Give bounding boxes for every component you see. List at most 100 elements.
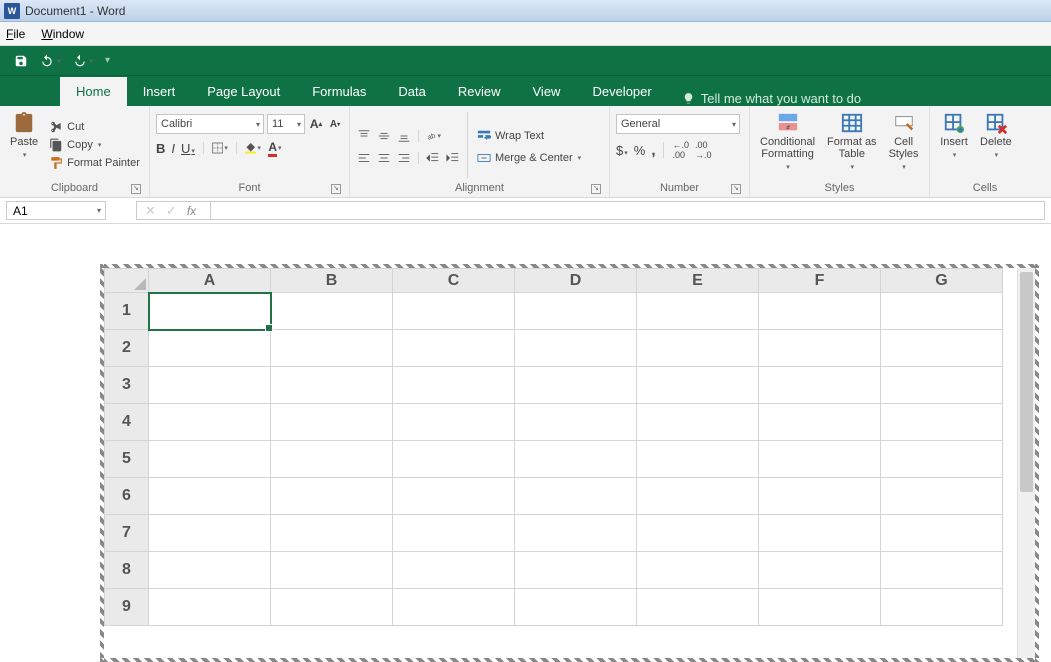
decrease-font-button[interactable]: A▾ bbox=[327, 116, 343, 132]
tell-me-search[interactable]: Tell me what you want to do bbox=[682, 91, 861, 106]
cell[interactable] bbox=[759, 515, 881, 552]
row-header[interactable]: 4 bbox=[105, 404, 149, 441]
cell[interactable] bbox=[515, 293, 637, 330]
tab-developer[interactable]: Developer bbox=[576, 77, 667, 106]
column-header[interactable]: D bbox=[515, 269, 637, 293]
orientation-button[interactable]: ab▾ bbox=[425, 128, 441, 144]
fx-label[interactable]: fx bbox=[187, 204, 202, 218]
dialog-launcher-icon[interactable]: ↘ bbox=[591, 184, 601, 194]
cell[interactable] bbox=[637, 552, 759, 589]
underline-button[interactable]: U▾ bbox=[181, 141, 195, 156]
tab-view[interactable]: View bbox=[517, 77, 577, 106]
cell[interactable] bbox=[149, 404, 271, 441]
cell[interactable] bbox=[271, 515, 393, 552]
cell[interactable] bbox=[515, 441, 637, 478]
insert-cells-button[interactable]: + Insert▾ bbox=[936, 110, 972, 180]
dialog-launcher-icon[interactable]: ↘ bbox=[131, 184, 141, 194]
column-header[interactable]: F bbox=[759, 269, 881, 293]
cell[interactable] bbox=[637, 293, 759, 330]
cell[interactable] bbox=[271, 367, 393, 404]
row-header[interactable]: 3 bbox=[105, 367, 149, 404]
save-button[interactable] bbox=[14, 54, 28, 68]
cell[interactable] bbox=[393, 552, 515, 589]
cell[interactable] bbox=[759, 441, 881, 478]
align-right-button[interactable] bbox=[396, 150, 412, 166]
cell[interactable] bbox=[271, 293, 393, 330]
cell[interactable] bbox=[637, 515, 759, 552]
cell[interactable] bbox=[881, 552, 1003, 589]
cell[interactable] bbox=[637, 330, 759, 367]
cell[interactable] bbox=[881, 515, 1003, 552]
cell[interactable] bbox=[393, 441, 515, 478]
increase-font-button[interactable]: A▴ bbox=[308, 116, 324, 132]
decrease-indent-button[interactable] bbox=[425, 150, 441, 166]
column-header[interactable]: A bbox=[149, 269, 271, 293]
delete-cells-button[interactable]: Delete▾ bbox=[976, 110, 1016, 180]
row-header[interactable]: 1 bbox=[105, 293, 149, 330]
font-name-combo[interactable]: Calibri▾ bbox=[156, 114, 264, 134]
cell[interactable] bbox=[881, 293, 1003, 330]
cell[interactable] bbox=[881, 330, 1003, 367]
increase-decimal-button[interactable]: ←.0.00 bbox=[672, 140, 689, 160]
scrollbar-thumb[interactable] bbox=[1020, 272, 1033, 492]
cell[interactable] bbox=[393, 404, 515, 441]
qat-customize[interactable]: ▾ bbox=[105, 55, 110, 66]
vertical-scrollbar[interactable] bbox=[1017, 268, 1035, 658]
cell[interactable] bbox=[149, 589, 271, 626]
font-color-button[interactable]: A▾ bbox=[267, 140, 283, 156]
row-header[interactable]: 5 bbox=[105, 441, 149, 478]
redo-button[interactable]: ▾ bbox=[73, 54, 94, 68]
formula-input[interactable] bbox=[210, 201, 1045, 220]
menu-file[interactable]: File bbox=[6, 27, 25, 41]
align-top-button[interactable] bbox=[356, 128, 372, 144]
menu-window[interactable]: Window bbox=[41, 27, 84, 41]
align-left-button[interactable] bbox=[356, 150, 372, 166]
paste-button[interactable]: Paste ▾ bbox=[6, 110, 42, 180]
cell[interactable] bbox=[515, 478, 637, 515]
tab-formulas[interactable]: Formulas bbox=[296, 77, 382, 106]
select-all-corner[interactable] bbox=[105, 269, 149, 293]
cell[interactable] bbox=[271, 478, 393, 515]
cell[interactable] bbox=[515, 330, 637, 367]
column-header[interactable]: G bbox=[881, 269, 1003, 293]
cell[interactable] bbox=[881, 589, 1003, 626]
name-box[interactable]: A1 ▾ bbox=[6, 201, 106, 220]
wrap-text-button[interactable]: Wrap Text bbox=[474, 128, 584, 144]
cell[interactable] bbox=[149, 515, 271, 552]
merge-center-button[interactable]: Merge & Center ▾ bbox=[474, 150, 584, 166]
cell[interactable] bbox=[759, 552, 881, 589]
cell[interactable] bbox=[271, 552, 393, 589]
cell[interactable] bbox=[637, 404, 759, 441]
cell[interactable] bbox=[759, 478, 881, 515]
increase-indent-button[interactable] bbox=[445, 150, 461, 166]
column-header[interactable]: E bbox=[637, 269, 759, 293]
cell[interactable] bbox=[393, 589, 515, 626]
cell[interactable] bbox=[515, 589, 637, 626]
cell-a1[interactable] bbox=[149, 293, 271, 330]
tab-review[interactable]: Review bbox=[442, 77, 517, 106]
cell[interactable] bbox=[637, 478, 759, 515]
align-center-button[interactable] bbox=[376, 150, 392, 166]
percent-format-button[interactable]: % bbox=[634, 143, 646, 158]
format-as-table-button[interactable]: Format as Table▾ bbox=[823, 110, 881, 180]
row-header[interactable]: 2 bbox=[105, 330, 149, 367]
cell[interactable] bbox=[393, 367, 515, 404]
column-header[interactable]: B bbox=[271, 269, 393, 293]
cell[interactable] bbox=[759, 293, 881, 330]
row-header[interactable]: 9 bbox=[105, 589, 149, 626]
conditional-formatting-button[interactable]: ≠ Conditional Formatting▾ bbox=[756, 110, 819, 180]
cell[interactable] bbox=[393, 293, 515, 330]
cell[interactable] bbox=[271, 589, 393, 626]
cell[interactable] bbox=[881, 367, 1003, 404]
cell[interactable] bbox=[393, 515, 515, 552]
cell[interactable] bbox=[515, 404, 637, 441]
cell[interactable] bbox=[881, 441, 1003, 478]
tab-page-layout[interactable]: Page Layout bbox=[191, 77, 296, 106]
cell[interactable] bbox=[637, 441, 759, 478]
cell[interactable] bbox=[515, 552, 637, 589]
cell[interactable] bbox=[637, 367, 759, 404]
undo-button[interactable]: ▾ bbox=[40, 54, 61, 68]
column-header[interactable]: C bbox=[393, 269, 515, 293]
cell[interactable] bbox=[637, 589, 759, 626]
dialog-launcher-icon[interactable]: ↘ bbox=[331, 184, 341, 194]
